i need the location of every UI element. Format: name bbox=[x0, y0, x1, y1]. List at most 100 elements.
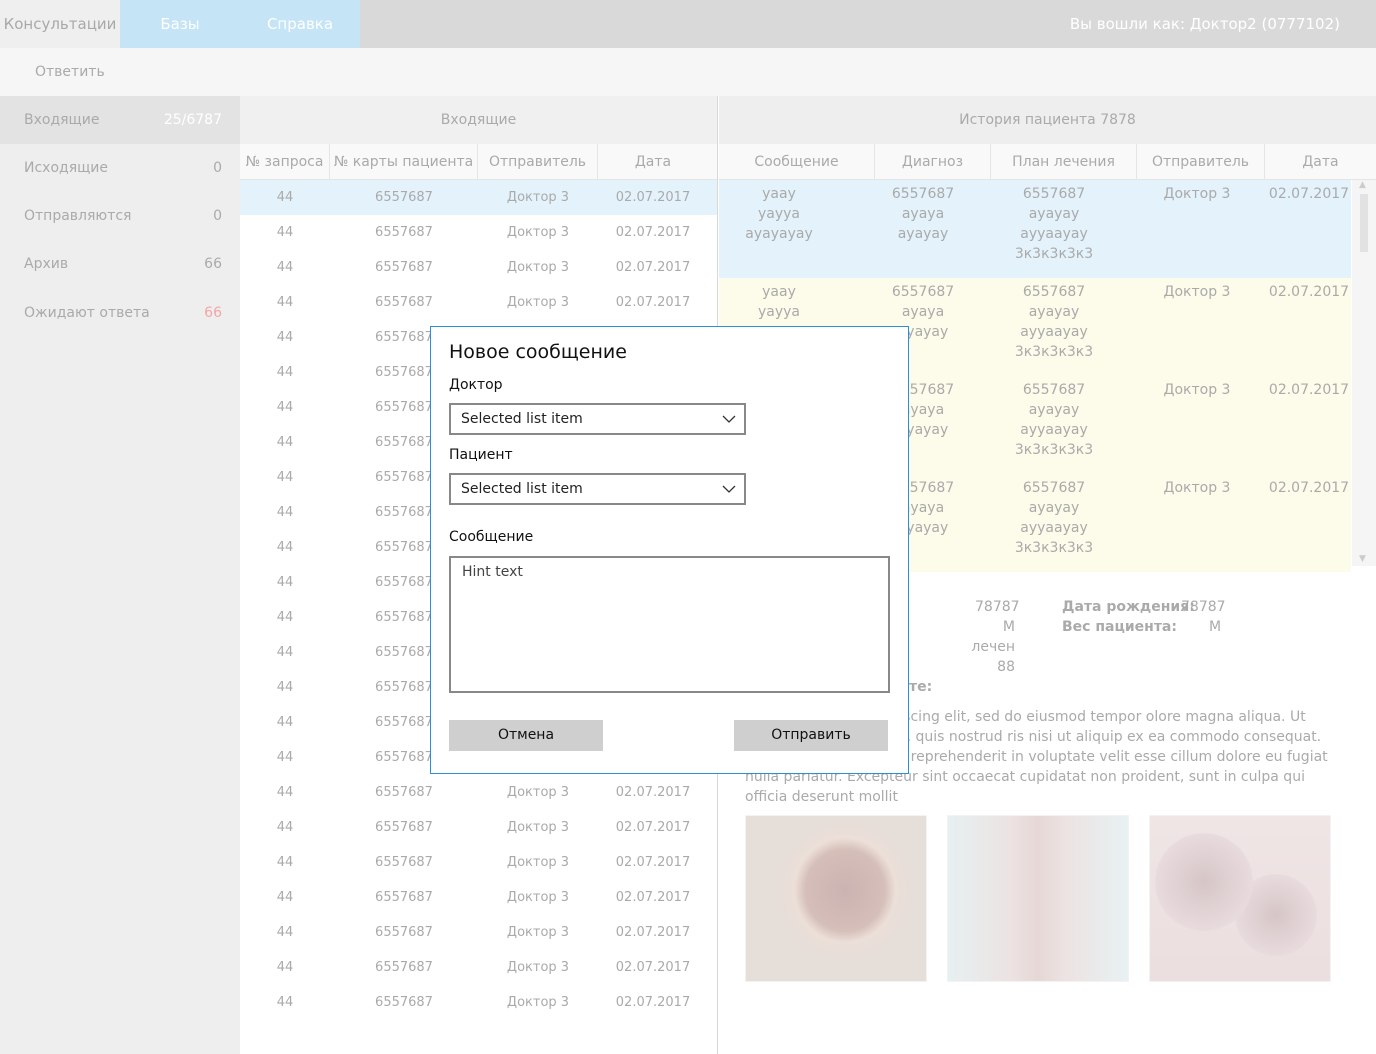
chevron-down-icon bbox=[722, 415, 736, 423]
table-cell: 02.07.2017 bbox=[615, 190, 691, 205]
cell-line: ayayay bbox=[1028, 500, 1080, 516]
table-cell: 44 bbox=[276, 575, 294, 590]
table-row[interactable]: 44 6557687 Доктор 3 02.07.2017 bbox=[240, 180, 717, 215]
cell-line: ayaya bbox=[901, 304, 945, 320]
table-cell: 44 bbox=[276, 995, 294, 1010]
column-header-sender[interactable]: Отправитель bbox=[478, 144, 598, 180]
tab-consultations[interactable]: Консультации bbox=[0, 0, 120, 48]
table-cell: 6557687 bbox=[375, 785, 433, 800]
table-cell: 44 bbox=[276, 855, 294, 870]
doctor-label: Доктор bbox=[449, 377, 503, 393]
table-cell: Доктор 3 bbox=[506, 925, 570, 940]
cell-line: yaay bbox=[762, 284, 796, 300]
column-header-sender[interactable]: Отправитель bbox=[1137, 144, 1265, 180]
table-cell: 44 bbox=[276, 890, 294, 905]
history-cell-plan: 6557687 ayayay ayyaayay 3к3к3к3к3 bbox=[991, 380, 1117, 460]
table-cell: 44 bbox=[276, 540, 294, 555]
column-header-diagnosis[interactable]: Диагноз bbox=[875, 144, 991, 180]
detail-value: M bbox=[1002, 619, 1015, 635]
history-cell-sender: Доктор 3 bbox=[1163, 186, 1231, 202]
sidebar-item-count: 66 bbox=[204, 256, 222, 272]
cell-line: 6557687 bbox=[1022, 284, 1086, 300]
table-row[interactable]: 44 6557687 Доктор 3 02.07.2017 bbox=[240, 845, 717, 880]
table-cell: 6557687 bbox=[375, 820, 433, 835]
table-cell: 44 bbox=[276, 190, 294, 205]
table-row[interactable]: 44 6557687 Доктор 3 02.07.2017 bbox=[240, 950, 717, 985]
table-row[interactable]: 44 6557687 Доктор 3 02.07.2017 bbox=[240, 985, 717, 1020]
cell-line: 6557687 bbox=[1022, 480, 1086, 496]
table-cell: Доктор 3 bbox=[506, 820, 570, 835]
sidebar-item-label: Архив bbox=[24, 256, 69, 272]
table-row[interactable]: 44 6557687 Доктор 3 02.07.2017 bbox=[240, 775, 717, 810]
cancel-button[interactable]: Отмена bbox=[449, 720, 603, 751]
table-cell: 02.07.2017 bbox=[615, 225, 691, 240]
table-cell: 02.07.2017 bbox=[615, 785, 691, 800]
table-cell: Доктор 3 bbox=[506, 190, 570, 205]
column-header-card[interactable]: № карты пациента bbox=[330, 144, 478, 180]
doctor-select[interactable]: Selected list item bbox=[449, 403, 746, 435]
sidebar-item-archive[interactable]: Архив 66 bbox=[0, 240, 240, 288]
table-cell: 44 bbox=[276, 750, 294, 765]
history-cell-date: 02.07.2017 bbox=[1268, 382, 1350, 398]
table-cell: 6557687 bbox=[375, 925, 433, 940]
table-cell: 44 bbox=[276, 470, 294, 485]
top-nav-bar: Консультации Базы Справка Вы вошли как: … bbox=[0, 0, 1376, 48]
patient-photo[interactable] bbox=[1149, 815, 1331, 982]
patient-photo[interactable] bbox=[745, 815, 927, 982]
history-cell-message: yaay yayya ayayayay bbox=[719, 184, 839, 244]
table-cell: 44 bbox=[276, 365, 294, 380]
table-row[interactable]: 44 6557687 Доктор 3 02.07.2017 bbox=[240, 915, 717, 950]
table-row[interactable]: 44 6557687 Доктор 3 02.07.2017 bbox=[240, 810, 717, 845]
tab-databases[interactable]: Базы bbox=[120, 0, 240, 48]
scroll-up-icon[interactable]: ▲ bbox=[1359, 180, 1366, 190]
scroll-down-icon[interactable]: ▼ bbox=[1359, 554, 1366, 564]
patient-photo[interactable] bbox=[947, 815, 1129, 982]
scrollbar-thumb[interactable] bbox=[1360, 194, 1368, 252]
table-cell: 44 bbox=[276, 400, 294, 415]
column-header-plan[interactable]: План лечения bbox=[991, 144, 1137, 180]
table-row[interactable]: 44 6557687 Доктор 3 02.07.2017 bbox=[240, 285, 717, 320]
sidebar-item-inbox[interactable]: Входящие 25/6787 bbox=[0, 96, 240, 144]
history-cell-sender: Доктор 3 bbox=[1163, 284, 1231, 300]
history-cell-date: 02.07.2017 bbox=[1268, 284, 1350, 300]
sidebar-item-count: 0 bbox=[213, 160, 222, 176]
message-textarea[interactable]: Hint text bbox=[449, 556, 890, 693]
sidebar-item-awaiting[interactable]: Ожидают ответа 66 bbox=[0, 289, 240, 337]
sidebar-item-sending[interactable]: Отправляются 0 bbox=[0, 192, 240, 240]
cell-line: ayyaayay bbox=[1020, 226, 1088, 242]
send-button[interactable]: Отправить bbox=[734, 720, 888, 751]
table-cell: 44 bbox=[276, 925, 294, 940]
detail-value: лечен bbox=[971, 639, 1015, 655]
tab-help[interactable]: Справка bbox=[240, 0, 360, 48]
column-header-message[interactable]: Сообщение bbox=[719, 144, 875, 180]
cell-line: yayya bbox=[757, 304, 800, 320]
column-header-date[interactable]: Дата bbox=[598, 144, 708, 180]
table-cell: 6557687 bbox=[375, 295, 433, 310]
sidebar-item-label: Ожидают ответа bbox=[24, 305, 150, 321]
reply-button[interactable]: Ответить bbox=[35, 48, 105, 96]
table-row[interactable]: 44 6557687 Доктор 3 02.07.2017 bbox=[240, 250, 717, 285]
table-cell: 44 bbox=[276, 715, 294, 730]
table-row[interactable]: 44 6557687 Доктор 3 02.07.2017 bbox=[240, 215, 717, 250]
table-cell: 44 bbox=[276, 435, 294, 450]
patient-select[interactable]: Selected list item bbox=[449, 473, 746, 505]
cell-line: ayyaayay bbox=[1020, 520, 1088, 536]
cell-line: 6557687 bbox=[891, 186, 955, 202]
birth-date-value: 78787 bbox=[1181, 599, 1226, 615]
doctor-select-value: Selected list item bbox=[461, 411, 583, 427]
table-cell: 44 bbox=[276, 645, 294, 660]
table-cell: Доктор 3 bbox=[506, 960, 570, 975]
dialog-title: Новое сообщение bbox=[449, 341, 627, 363]
sidebar-item-outbox[interactable]: Исходящие 0 bbox=[0, 144, 240, 192]
column-header-date[interactable]: Дата bbox=[1265, 144, 1376, 180]
table-cell: 6557687 bbox=[375, 260, 433, 275]
history-cell-sender: Доктор 3 bbox=[1163, 382, 1231, 398]
column-header-request[interactable]: № запроса bbox=[240, 144, 330, 180]
cell-line: ayayay bbox=[1028, 304, 1080, 320]
table-cell: 02.07.2017 bbox=[615, 295, 691, 310]
table-cell: 6557687 bbox=[375, 890, 433, 905]
table-row[interactable]: 44 6557687 Доктор 3 02.07.2017 bbox=[240, 880, 717, 915]
table-cell: 44 bbox=[276, 610, 294, 625]
history-row[interactable]: yaay yayya ayayayay 6557687 ayaya ayayay 65576… bbox=[719, 180, 1351, 278]
history-scrollbar[interactable]: ▲ ▼ bbox=[1352, 180, 1376, 566]
